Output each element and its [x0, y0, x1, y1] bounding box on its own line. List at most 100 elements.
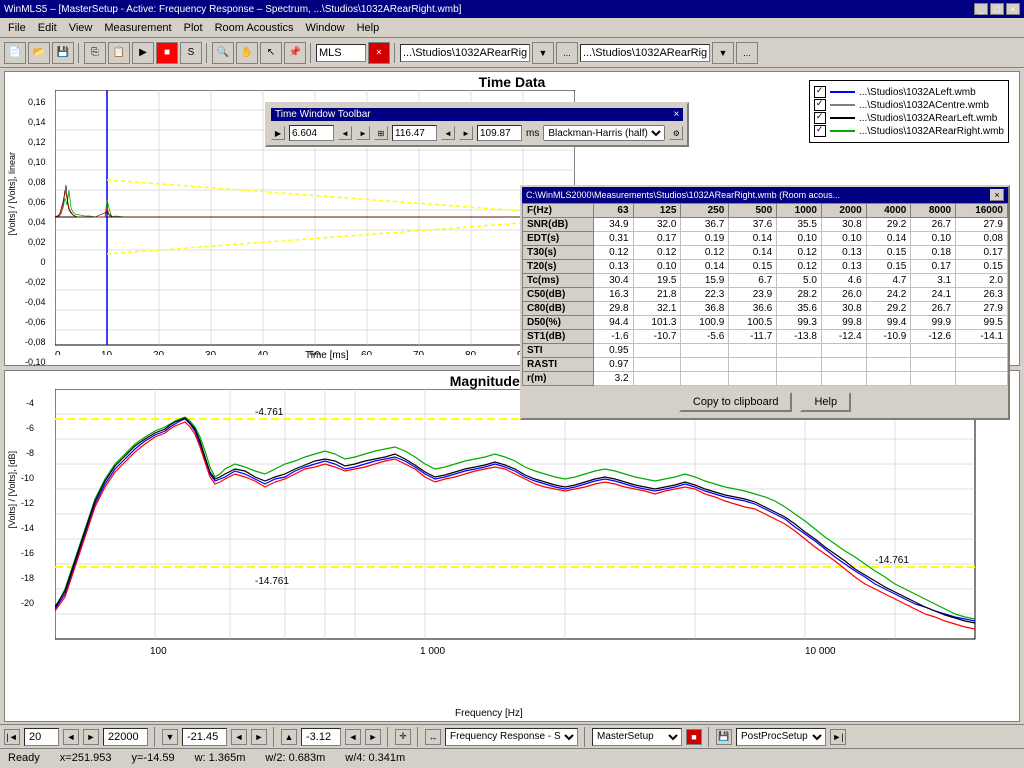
legend-check-2[interactable] [814, 112, 826, 124]
tb-new-btn[interactable]: 📄 [4, 42, 26, 64]
sb-dec3-btn[interactable]: ◄ [345, 729, 361, 745]
tb-zoom-btn[interactable]: 🔍 [212, 42, 234, 64]
legend-color-1 [830, 104, 855, 106]
sb-floppy-btn[interactable]: 💾 [716, 729, 732, 745]
tb-path2-btn[interactable]: ▼ [712, 42, 734, 64]
ra-row-5-col-4: 28.2 [777, 288, 822, 302]
ra-header-7: 4000 [866, 204, 911, 218]
mls-input[interactable] [316, 44, 366, 62]
ra-row-8-col-6: -10.9 [866, 330, 911, 344]
sb-value2[interactable]: 22000 [103, 728, 148, 746]
ready-status: Ready [8, 752, 40, 764]
tb-pan-btn[interactable]: ✋ [236, 42, 258, 64]
tb-stop-btn[interactable]: ■ [156, 42, 178, 64]
tw-value3[interactable] [477, 125, 522, 141]
setup-select[interactable]: MasterSetup [592, 728, 682, 746]
tw-window-select[interactable]: Blackman-Harris (half) [543, 125, 665, 141]
sb-red-btn[interactable]: ■ [686, 729, 702, 745]
sb-nav-btn[interactable]: ↔ [425, 729, 441, 745]
svg-text:20: 20 [153, 350, 165, 355]
ra-row-5-col-6: 24.2 [866, 288, 911, 302]
sb-last-btn[interactable]: ►| [830, 729, 846, 745]
svg-text:-14.761: -14.761 [255, 576, 289, 587]
legend-check-1[interactable] [814, 99, 826, 111]
sb-cross-btn[interactable]: ✛ [395, 729, 411, 745]
ra-row-11-col-1 [633, 372, 681, 386]
postproc-select[interactable]: PostProcSetup [736, 728, 826, 746]
ra-row-2-col-2: 0.12 [681, 246, 729, 260]
sb-value4[interactable]: -3.12 [301, 728, 341, 746]
sb-value3[interactable]: -21.45 [182, 728, 227, 746]
minimize-button[interactable]: _ [974, 3, 988, 15]
close-button[interactable]: × [1006, 3, 1020, 15]
tw-value2[interactable] [392, 125, 437, 141]
ra-row-6-label: C80(dB) [523, 302, 594, 316]
mode-select[interactable]: Frequency Response - S [445, 728, 578, 746]
ra-close-btn[interactable]: × [990, 189, 1004, 201]
tb-cursor-btn[interactable]: ↖ [260, 42, 282, 64]
ra-row-9-col-1 [633, 344, 681, 358]
tw-settings-btn[interactable]: ⚙ [669, 126, 683, 140]
tb-x-btn[interactable]: ✕ [368, 42, 390, 64]
svg-text:-14.761: -14.761 [875, 555, 909, 566]
ra-row-4-col-1: 19.5 [633, 274, 681, 288]
menu-file[interactable]: File [2, 20, 32, 36]
tw-controls: ▶ ◄ ► ⊞ ◄ ► ms Blackman-Harris (half) ⚙ [271, 125, 683, 141]
ra-help-btn[interactable]: Help [800, 392, 851, 412]
tb-copy-btn[interactable]: ⎘ [84, 42, 106, 64]
menu-plot[interactable]: Plot [178, 20, 209, 36]
tb-solo-btn[interactable]: S [180, 42, 202, 64]
tw-right2-btn[interactable]: ► [459, 126, 473, 140]
menu-room-acoustics[interactable]: Room Acoustics [209, 20, 300, 36]
svg-text:80: 80 [465, 350, 477, 355]
sb-left-btn[interactable]: |◄ [4, 729, 20, 745]
tb-save-btn[interactable]: 💾 [52, 42, 74, 64]
tw-close[interactable]: × [674, 109, 680, 120]
ra-row-5-col-2: 22.3 [681, 288, 729, 302]
tb-marker-btn[interactable]: 📌 [284, 42, 306, 64]
ra-row-9-col-8 [956, 344, 1008, 358]
ra-row-5-col-0: 16.3 [593, 288, 633, 302]
ra-header-1: 63 [593, 204, 633, 218]
legend-item-3: ...\Studios\1032ARearRight.wmb [814, 125, 1004, 137]
tb-browse2-btn[interactable]: ... [736, 42, 758, 64]
sb-value1[interactable]: 20 [24, 728, 59, 746]
sb-inc3-btn[interactable]: ► [365, 729, 381, 745]
sb-inc-btn[interactable]: ► [83, 729, 99, 745]
ra-buttons: Copy to clipboard Help [522, 386, 1008, 418]
title-bar: WinMLS5 – [MasterSetup - Active: Frequen… [0, 0, 1024, 18]
ra-row-11-col-0: 3.2 [593, 372, 633, 386]
ra-copy-btn[interactable]: Copy to clipboard [679, 392, 793, 412]
tb-path1-btn[interactable]: ▼ [532, 42, 554, 64]
tw-title-bar: Time Window Toolbar × [271, 108, 683, 121]
sb-up-btn[interactable]: ▲ [281, 729, 297, 745]
menu-view[interactable]: View [63, 20, 99, 36]
sb-down-btn[interactable]: ▼ [162, 729, 178, 745]
menu-edit[interactable]: Edit [32, 20, 63, 36]
menu-measurement[interactable]: Measurement [98, 20, 177, 36]
tb-measure-btn[interactable]: ▶ [132, 42, 154, 64]
menu-help[interactable]: Help [351, 20, 386, 36]
tw-expand-btn[interactable]: ⊞ [374, 126, 388, 140]
legend-check-3[interactable] [814, 125, 826, 137]
tw-left2-btn[interactable]: ◄ [441, 126, 455, 140]
tw-value1[interactable] [289, 125, 334, 141]
maximize-button[interactable]: □ [990, 3, 1004, 15]
tb-browse1-btn[interactable]: ... [556, 42, 578, 64]
ra-row-3-col-7: 0.17 [911, 260, 956, 274]
sb-dec2-btn[interactable]: ◄ [231, 729, 247, 745]
sb-dec-btn[interactable]: ◄ [63, 729, 79, 745]
path1-input[interactable] [400, 44, 530, 62]
sb-inc2-btn[interactable]: ► [251, 729, 267, 745]
legend-check-0[interactable] [814, 86, 826, 98]
ra-header-0: F(Hz) [523, 204, 594, 218]
ra-row-11-col-7 [911, 372, 956, 386]
tw-right-btn[interactable]: ► [356, 126, 370, 140]
tw-play-btn[interactable]: ▶ [271, 126, 285, 140]
ra-row-3-col-6: 0.15 [866, 260, 911, 274]
menu-window[interactable]: Window [299, 20, 350, 36]
tb-paste-btn[interactable]: 📋 [108, 42, 130, 64]
path2-input[interactable] [580, 44, 710, 62]
tb-open-btn[interactable]: 📂 [28, 42, 50, 64]
tw-left-btn[interactable]: ◄ [338, 126, 352, 140]
